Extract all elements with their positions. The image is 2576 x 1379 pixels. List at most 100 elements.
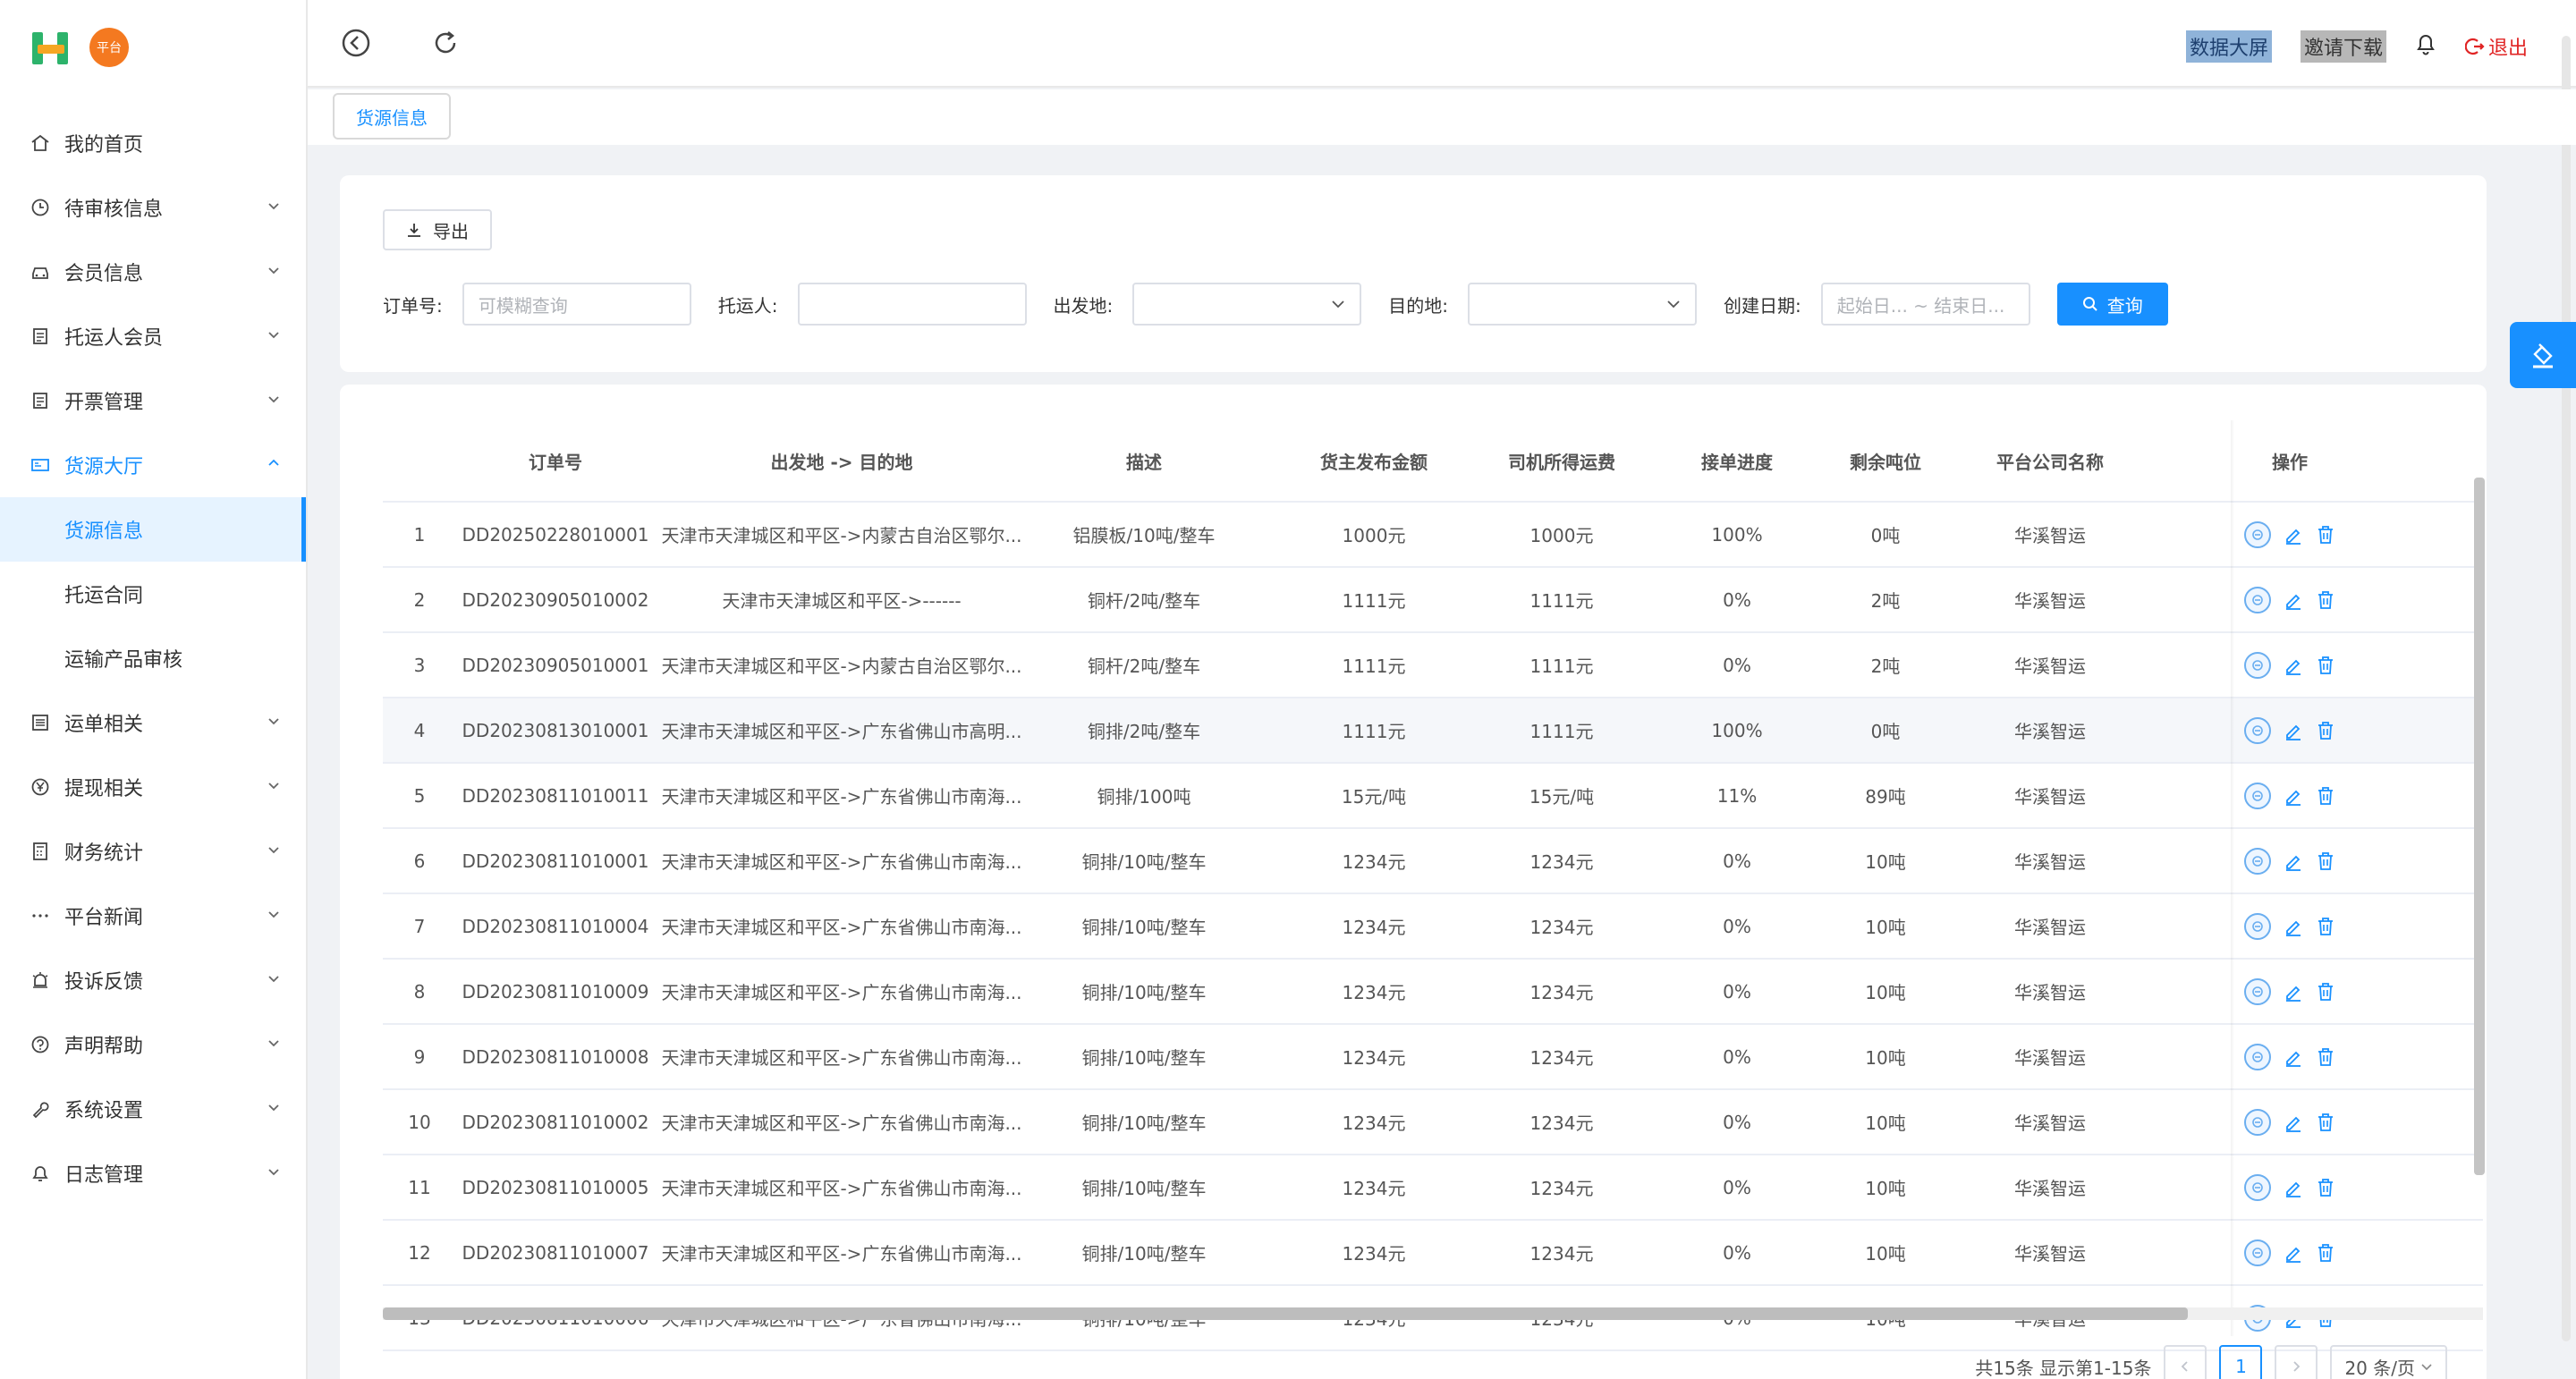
delete-icon[interactable] <box>2316 1112 2335 1133</box>
edit-icon[interactable] <box>2284 720 2303 741</box>
sidebar-subitem[interactable]: 托运合同 <box>0 562 306 626</box>
delete-icon[interactable] <box>2316 655 2335 676</box>
sidebar-item[interactable]: 系统设置 <box>0 1077 306 1141</box>
table-row[interactable]: 5 DD20230811010011 天津市天津城区和平区->广东省佛山市南海...… <box>383 764 2483 829</box>
tab-goods-info[interactable]: 货源信息 <box>333 93 451 140</box>
sidebar-item[interactable]: 我的首页 <box>0 111 306 175</box>
bell-icon[interactable] <box>2415 32 2436 61</box>
view-detail-icon[interactable] <box>2244 1108 2271 1136</box>
edit-icon[interactable] <box>2284 850 2303 872</box>
refresh-icon[interactable] <box>429 27 462 59</box>
next-page-button[interactable] <box>2275 1345 2318 1379</box>
edit-icon[interactable] <box>2284 655 2303 676</box>
delete-icon[interactable] <box>2316 916 2335 937</box>
view-detail-icon[interactable] <box>2244 782 2271 809</box>
table-horizontal-scrollbar[interactable] <box>383 1307 2188 1320</box>
view-detail-icon[interactable] <box>2244 1239 2271 1266</box>
table-row[interactable]: 2 DD20230905010002 天津市天津城区和平区->------ 铜杆/2吨… <box>383 568 2483 633</box>
sidebar-item[interactable]: 会员信息 <box>0 240 306 304</box>
view-detail-icon[interactable] <box>2244 586 2271 613</box>
table-row[interactable]: 3 DD20230905010001 天津市天津城区和平区->内蒙古自治区鄂尔...… <box>383 633 2483 698</box>
table-row[interactable]: 8 DD20230811010009 天津市天津城区和平区->广东省佛山市南海...… <box>383 960 2483 1025</box>
description-cell: 铜排/100吨 <box>1097 786 1191 808</box>
table-row[interactable]: 11 DD20230811010005 天津市天津城区和平区->广东省佛山市南海..… <box>383 1155 2483 1221</box>
view-detail-icon[interactable] <box>2244 912 2271 940</box>
edit-icon[interactable] <box>2284 916 2303 937</box>
dest-label: 目的地: <box>1388 294 1448 317</box>
dest-select[interactable] <box>1468 283 1697 326</box>
sidebar-item[interactable]: 运单相关 <box>0 690 306 755</box>
page-scrollbar[interactable] <box>2562 36 2571 1341</box>
query-button[interactable]: 查询 <box>2056 283 2168 326</box>
view-detail-icon[interactable] <box>2244 977 2271 1005</box>
delete-icon[interactable] <box>2316 589 2335 611</box>
edit-icon[interactable] <box>2284 1177 2303 1198</box>
view-detail-icon[interactable] <box>2244 520 2271 548</box>
delete-icon[interactable] <box>2316 524 2335 546</box>
sidebar-subitem[interactable]: 运输产品审核 <box>0 626 306 690</box>
view-detail-icon[interactable] <box>2244 1043 2271 1070</box>
sidebar-item-label: 待审核信息 <box>64 199 164 221</box>
fixed-column-shadow <box>2231 420 2234 1336</box>
edit-icon[interactable] <box>2284 1112 2303 1133</box>
order-no-cell: DD20230811010002 <box>462 1111 649 1133</box>
data-screen-link[interactable]: 数据大屏 <box>2185 30 2272 63</box>
delete-icon[interactable] <box>2316 1046 2335 1068</box>
table-row[interactable]: 12 DD20230811010007 天津市天津城区和平区->广东省佛山市南海..… <box>383 1221 2483 1286</box>
table-row[interactable]: 1 DD20250228010001 天津市天津城区和平区->内蒙古自治区鄂尔...… <box>383 503 2483 568</box>
edit-icon[interactable] <box>2284 589 2303 611</box>
table-row[interactable]: 9 DD20230811010008 天津市天津城区和平区->广东省佛山市南海...… <box>383 1025 2483 1090</box>
sidebar-item[interactable]: 声明帮助 <box>0 1012 306 1077</box>
logout-button[interactable]: 退出 <box>2464 32 2528 61</box>
sidebar-item[interactable]: 日志管理 <box>0 1141 306 1206</box>
edit-icon[interactable] <box>2284 1046 2303 1068</box>
date-range-picker[interactable]: 起始日... ~ 结束日... <box>1820 283 2030 326</box>
delete-icon[interactable] <box>2316 720 2335 741</box>
table-row[interactable]: 7 DD20230811010004 天津市天津城区和平区->广东省佛山市南海...… <box>383 894 2483 960</box>
sidebar-item[interactable]: 投诉反馈 <box>0 948 306 1012</box>
page-size-label: 20 条/页 <box>2344 1357 2415 1379</box>
page-size-select[interactable]: 20 条/页 <box>2330 1345 2447 1379</box>
sidebar-item[interactable]: 财务统计 <box>0 819 306 884</box>
logo[interactable]: 平台 <box>32 25 129 70</box>
table-row[interactable]: 10 DD20230811010002 天津市天津城区和平区->广东省佛山市南海..… <box>383 1090 2483 1155</box>
table-row[interactable]: 4 DD20230813010001 天津市天津城区和平区->广东省佛山市高明...… <box>383 698 2483 764</box>
sidebar-subitem[interactable]: 货源信息 <box>0 497 306 562</box>
prev-page-button[interactable] <box>2164 1345 2207 1379</box>
export-button[interactable]: 导出 <box>383 209 492 250</box>
delete-icon[interactable] <box>2316 981 2335 1003</box>
sidebar-item[interactable]: 提现相关 <box>0 755 306 819</box>
sidebar-item[interactable]: 待审核信息 <box>0 175 306 240</box>
page-number-button[interactable]: 1 <box>2219 1345 2263 1379</box>
edit-icon[interactable] <box>2284 1242 2303 1264</box>
table-row[interactable]: 6 DD20230811010001 天津市天津城区和平区->广东省佛山市南海...… <box>383 829 2483 894</box>
delete-icon[interactable] <box>2316 850 2335 872</box>
view-detail-icon[interactable] <box>2244 1173 2271 1201</box>
brand-logo-icon <box>32 29 70 66</box>
row-index: 7 <box>413 915 426 937</box>
sidebar-item[interactable]: 开票管理 <box>0 368 306 433</box>
delete-icon[interactable] <box>2316 1177 2335 1198</box>
sidebar-item[interactable]: 平台新闻 <box>0 884 306 948</box>
delete-icon[interactable] <box>2316 1242 2335 1264</box>
edit-icon[interactable] <box>2284 981 2303 1003</box>
view-detail-icon[interactable] <box>2244 651 2271 679</box>
origin-select[interactable] <box>1132 283 1362 326</box>
order-no-input[interactable]: 可模糊查询 <box>462 283 691 326</box>
edit-icon[interactable] <box>2284 785 2303 807</box>
invite-download-link[interactable]: 邀请下载 <box>2300 30 2386 63</box>
delete-icon[interactable] <box>2316 785 2335 807</box>
view-detail-icon[interactable] <box>2244 847 2271 875</box>
back-icon[interactable] <box>340 27 372 59</box>
sidebar-item[interactable]: 托运人会员 <box>0 304 306 368</box>
table-vertical-scrollbar[interactable] <box>2474 478 2485 1175</box>
owner-amount-cell: 1234元 <box>1342 1113 1406 1134</box>
sidebar-item[interactable]: 货源大厅 <box>0 433 306 497</box>
edit-icon[interactable] <box>2284 524 2303 546</box>
view-detail-icon[interactable] <box>2244 716 2271 744</box>
shipper-input[interactable] <box>797 283 1027 326</box>
row-actions <box>2168 782 2411 809</box>
description-cell: 铜排/10吨/整车 <box>1081 1243 1207 1265</box>
order-no-cell: DD20230811010001 <box>462 850 649 872</box>
theme-tool-button[interactable] <box>2510 322 2576 388</box>
